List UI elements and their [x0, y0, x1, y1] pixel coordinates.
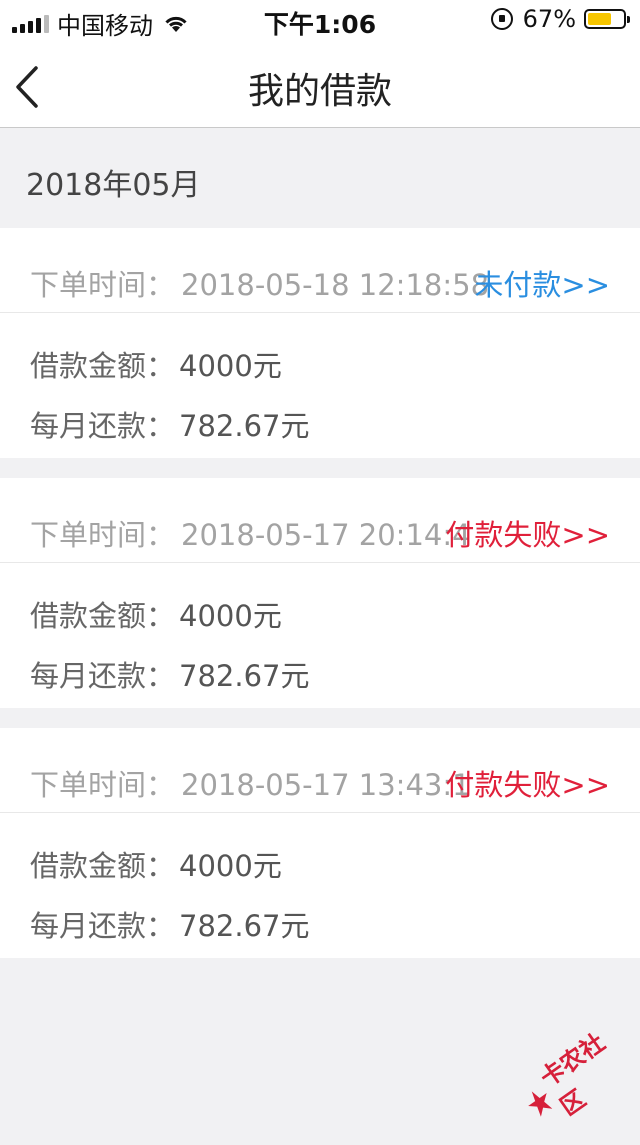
loan-card[interactable]: 下单时间：2018-05-17 13:43:1 付款失败>> 借款金额：4000… [0, 728, 640, 958]
loan-card[interactable]: 下单时间：2018-05-17 20:14:4 付款失败>> 借款金额：4000… [0, 478, 640, 708]
loan-amount-label: 借款金额： [30, 349, 175, 383]
status-link-failed[interactable]: 付款失败>> [445, 512, 610, 554]
monthly-payment-value: 782.67元 [179, 659, 309, 693]
monthly-payment-row: 每月还款：782.67元 [30, 653, 310, 695]
loan-amount-row: 借款金额：4000元 [30, 593, 282, 635]
monthly-payment-row: 每月还款：782.67元 [30, 903, 310, 945]
loan-amount-row: 借款金额：4000元 [30, 343, 282, 385]
order-time-value: 2018-05-17 20:14:4 [181, 518, 471, 552]
order-time-value: 2018-05-18 12:18:58 [181, 268, 489, 302]
order-time-row: 下单时间：2018-05-17 13:43:1 付款失败>> [0, 728, 640, 813]
monthly-payment-value: 782.67元 [179, 409, 309, 443]
rotation-lock-icon [491, 8, 513, 30]
status-link-failed[interactable]: 付款失败>> [445, 762, 610, 804]
order-time-label: 下单时间： [30, 518, 175, 552]
order-time-label: 下单时间： [30, 268, 175, 302]
order-time-label: 下单时间： [30, 768, 175, 802]
loan-amount-value: 4000元 [179, 849, 282, 883]
monthly-payment-row: 每月还款：782.67元 [30, 403, 310, 445]
loan-amount-value: 4000元 [179, 599, 282, 633]
monthly-payment-label: 每月还款： [30, 659, 175, 693]
watermark-logo: 卡农社区 [504, 1009, 640, 1145]
page-title: 我的借款 [0, 62, 640, 114]
monthly-payment-label: 每月还款： [30, 409, 175, 443]
status-link-unpaid[interactable]: 未付款>> [474, 262, 610, 304]
status-bar: 中国移动 下午1:06 67% [0, 0, 640, 40]
monthly-payment-value: 782.67元 [179, 909, 309, 943]
order-time: 下单时间：2018-05-17 20:14:4 [30, 512, 471, 554]
month-label: 2018年05月 [26, 160, 201, 204]
order-time-value: 2018-05-17 13:43:1 [181, 768, 471, 802]
loan-amount-row: 借款金额：4000元 [30, 843, 282, 885]
battery-icon [584, 9, 626, 29]
nav-bar: 我的借款 [0, 40, 640, 128]
order-time-row: 下单时间：2018-05-18 12:18:58 未付款>> [0, 228, 640, 313]
loan-amount-label: 借款金额： [30, 849, 175, 883]
order-time: 下单时间：2018-05-18 12:18:58 [30, 262, 489, 304]
loan-amount-value: 4000元 [179, 349, 282, 383]
battery-percent: 67% [523, 5, 576, 33]
month-header: 2018年05月 [0, 128, 640, 228]
loan-card[interactable]: 下单时间：2018-05-18 12:18:58 未付款>> 借款金额：4000… [0, 228, 640, 458]
monthly-payment-label: 每月还款： [30, 909, 175, 943]
loan-amount-label: 借款金额： [30, 599, 175, 633]
order-time-row: 下单时间：2018-05-17 20:14:4 付款失败>> [0, 478, 640, 563]
order-time: 下单时间：2018-05-17 13:43:1 [30, 762, 471, 804]
